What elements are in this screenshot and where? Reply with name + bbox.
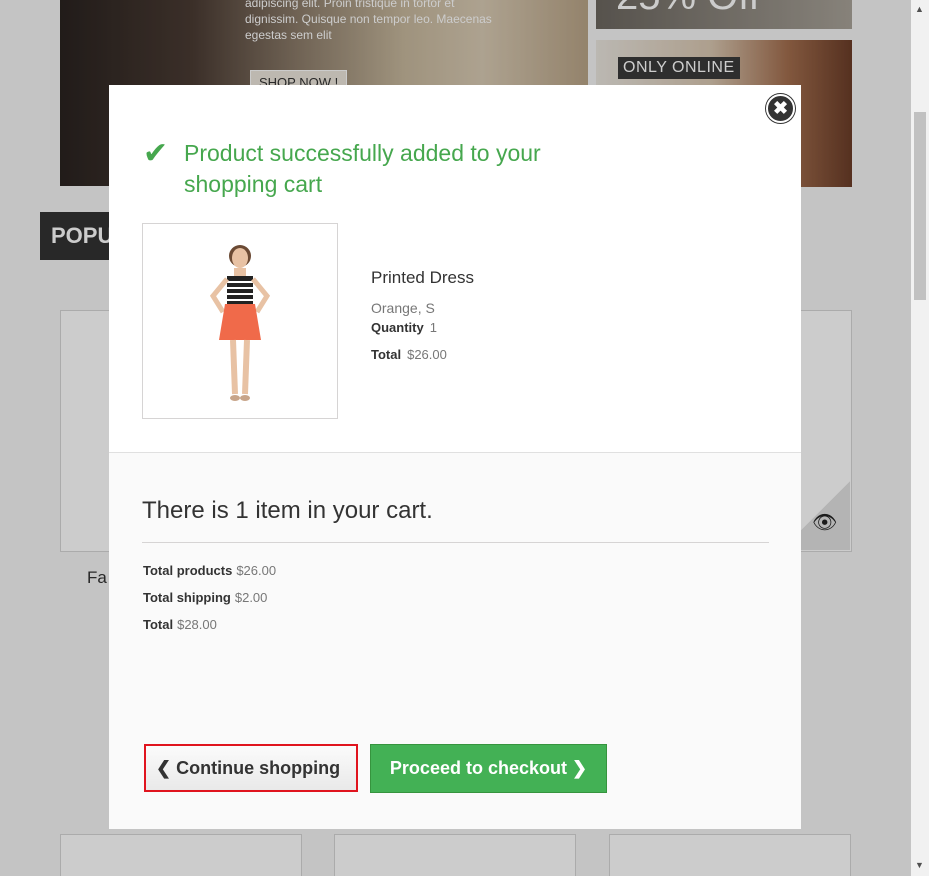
cart-heading: There is 1 item in your cart. bbox=[142, 497, 433, 524]
total-label: Total bbox=[143, 617, 174, 632]
product-quantity: Quantity 1 bbox=[371, 320, 437, 335]
scroll-down-arrow-icon[interactable]: ▼ bbox=[915, 860, 924, 870]
checkmark-icon: ✔ bbox=[143, 137, 169, 170]
total-shipping-line: Total shipping $2.00 bbox=[143, 590, 267, 605]
page-scrollbar[interactable]: ▲ ▼ bbox=[911, 0, 929, 876]
scrollbar-thumb[interactable] bbox=[914, 112, 926, 300]
product-image bbox=[142, 223, 338, 419]
continue-shopping-label: Continue shopping bbox=[176, 758, 341, 778]
quantity-value: 1 bbox=[429, 320, 437, 335]
close-icon[interactable]: ✖ bbox=[766, 94, 795, 123]
continue-shopping-button[interactable]: ❮ Continue shopping bbox=[144, 744, 358, 792]
proceed-to-checkout-label: Proceed to checkout bbox=[389, 758, 567, 778]
proceed-to-checkout-button[interactable]: Proceed to checkout ❯ bbox=[370, 744, 607, 793]
chevron-right-icon: ❯ bbox=[571, 758, 588, 778]
quantity-label: Quantity bbox=[371, 320, 424, 335]
product-name: Printed Dress bbox=[371, 268, 474, 287]
product-total: Total $26.00 bbox=[371, 347, 447, 362]
chevron-left-icon: ❮ bbox=[156, 758, 172, 778]
success-message: Product successfully added to your shopp… bbox=[184, 140, 541, 197]
total-products-label: Total products bbox=[143, 563, 233, 578]
product-total-label: Total bbox=[371, 347, 402, 362]
total-value: $28.00 bbox=[177, 617, 217, 632]
total-shipping-value: $2.00 bbox=[234, 590, 268, 605]
dress-model-illustration bbox=[209, 245, 271, 401]
divider bbox=[142, 542, 769, 543]
total-line: Total $28.00 bbox=[143, 617, 217, 632]
scroll-up-arrow-icon[interactable]: ▲ bbox=[915, 4, 924, 14]
total-products-value: $26.00 bbox=[236, 563, 277, 578]
product-total-value: $26.00 bbox=[407, 347, 447, 362]
product-attributes: Orange, S bbox=[371, 300, 435, 316]
total-products-line: Total products $26.00 bbox=[143, 563, 276, 578]
total-shipping-label: Total shipping bbox=[143, 590, 231, 605]
